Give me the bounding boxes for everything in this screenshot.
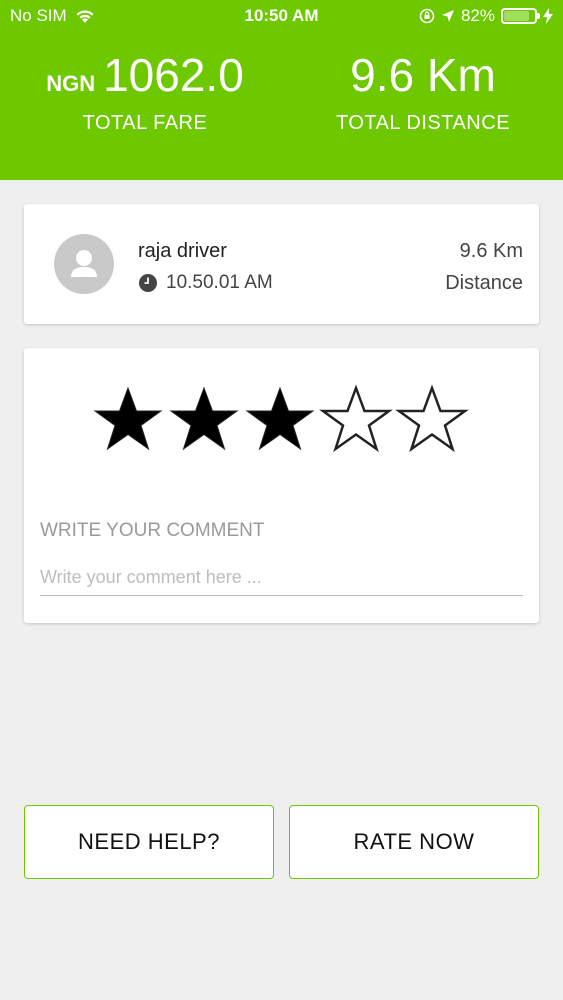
driver-card: raja driver 10.50.01 AM 9.6 Km Distance <box>24 204 539 324</box>
location-arrow-icon <box>441 10 454 22</box>
total-distance: 9.6 Km TOTAL DISTANCE <box>318 48 528 135</box>
fare-value: 1062.0 <box>103 49 244 101</box>
star-filled-icon[interactable] <box>242 384 318 454</box>
status-bar: No SIM 10:50 AM 82% <box>0 0 563 32</box>
driver-name: raja driver <box>138 240 227 262</box>
fare-currency: NGN <box>46 71 96 96</box>
fare-label: TOTAL FARE <box>82 112 208 134</box>
distance-label: TOTAL DISTANCE <box>335 112 511 134</box>
trip-time-text: 10.50.01 AM <box>166 272 273 293</box>
star-filled-icon[interactable] <box>90 384 166 454</box>
star-rating[interactable] <box>90 384 470 454</box>
driver-distance-value: 9.6 Km <box>459 240 523 262</box>
avatar <box>54 234 114 294</box>
star-filled-icon[interactable] <box>166 384 242 454</box>
star-empty-icon[interactable] <box>318 384 394 454</box>
orientation-lock-icon <box>419 8 435 24</box>
comment-input[interactable] <box>40 560 523 596</box>
star-empty-icon[interactable] <box>394 384 470 454</box>
trip-time: 10.50.01 AM <box>138 272 273 294</box>
comment-label: WRITE YOUR COMMENT <box>40 520 265 541</box>
clock-icon <box>139 274 157 292</box>
rating-card: WRITE YOUR COMMENT <box>24 348 539 623</box>
rate-now-button[interactable]: RATE NOW <box>289 805 539 879</box>
charging-icon <box>543 8 553 24</box>
distance-value: 9.6 Km <box>350 49 496 101</box>
driver-distance-label: Distance <box>445 272 523 294</box>
battery-percent: 82% <box>460 6 495 25</box>
total-fare: NGN 1062.0 TOTAL FARE <box>30 48 260 135</box>
user-icon <box>71 250 97 277</box>
battery-icon <box>501 8 540 24</box>
need-help-button[interactable]: NEED HELP? <box>24 805 274 879</box>
trip-summary-header: No SIM 10:50 AM 82% NGN 1062.0 TOTAL FAR… <box>0 0 563 180</box>
